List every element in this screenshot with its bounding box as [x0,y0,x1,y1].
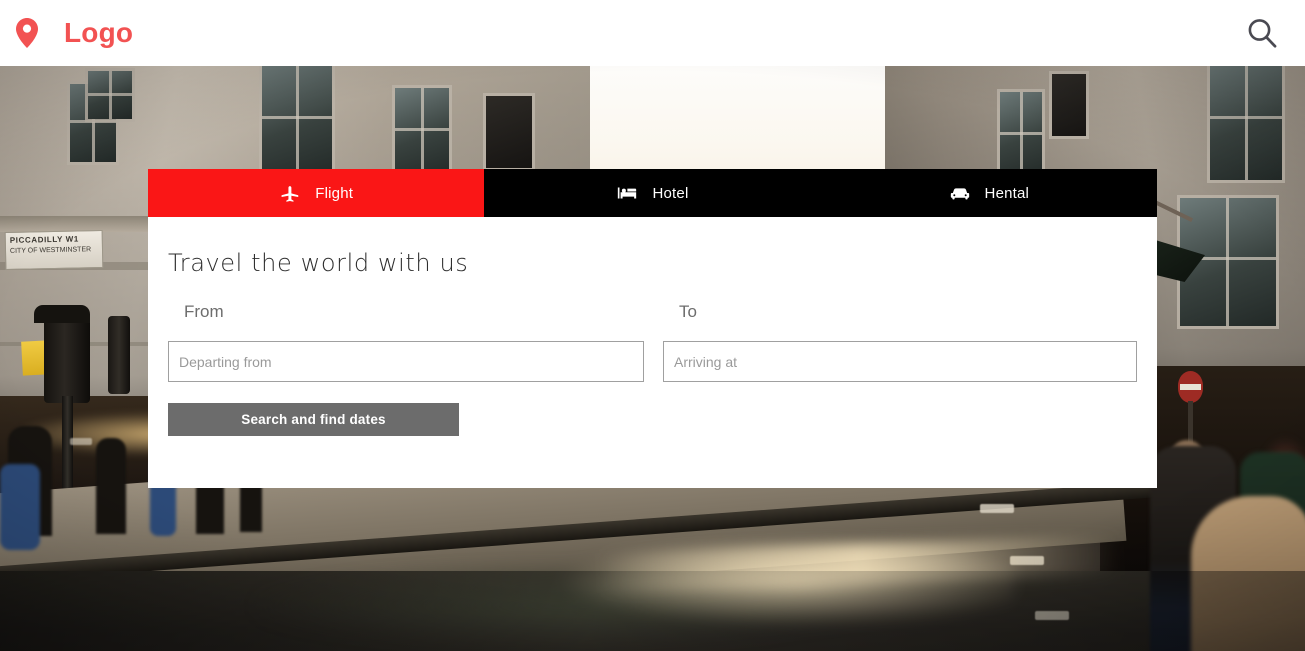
tab-flight[interactable]: Flight [148,169,485,217]
booking-tabs: Flight Hotel Hental [148,169,1157,217]
tab-hotel[interactable]: Hotel [484,169,821,217]
from-label-wrap: From [168,302,663,322]
bed-icon [616,182,638,204]
tab-flight-label: Flight [315,184,354,202]
tab-hotel-label: Hotel [652,184,689,202]
search-and-find-dates-button[interactable]: Search and find dates [168,403,459,436]
site-header: Logo [0,0,1305,66]
map-pin-icon [14,18,40,48]
booking-panel: Flight Hotel Hental Travel the world wit… [148,169,1157,488]
field-inputs-row [168,341,1137,382]
booking-form: Travel the world with us From To Search … [148,217,1157,436]
from-label: From [184,302,224,321]
to-label-wrap: To [663,302,1137,322]
tab-hental[interactable]: Hental [820,169,1157,217]
from-input[interactable] [168,341,644,382]
airplane-icon [279,182,301,204]
car-icon [949,182,971,204]
brand-logo-link[interactable]: Logo [14,17,133,49]
field-labels-row: From To [168,302,1137,322]
logo-text: Logo [64,17,134,48]
to-input[interactable] [663,341,1137,382]
search-icon[interactable] [1245,16,1279,50]
to-label: To [679,302,697,321]
to-input-wrap [663,341,1137,382]
tab-hental-label: Hental [984,184,1030,202]
page-title: Travel the world with us [168,249,469,277]
page-root: PICCADILLY W1 CITY OF WESTMINSTER [0,0,1305,651]
